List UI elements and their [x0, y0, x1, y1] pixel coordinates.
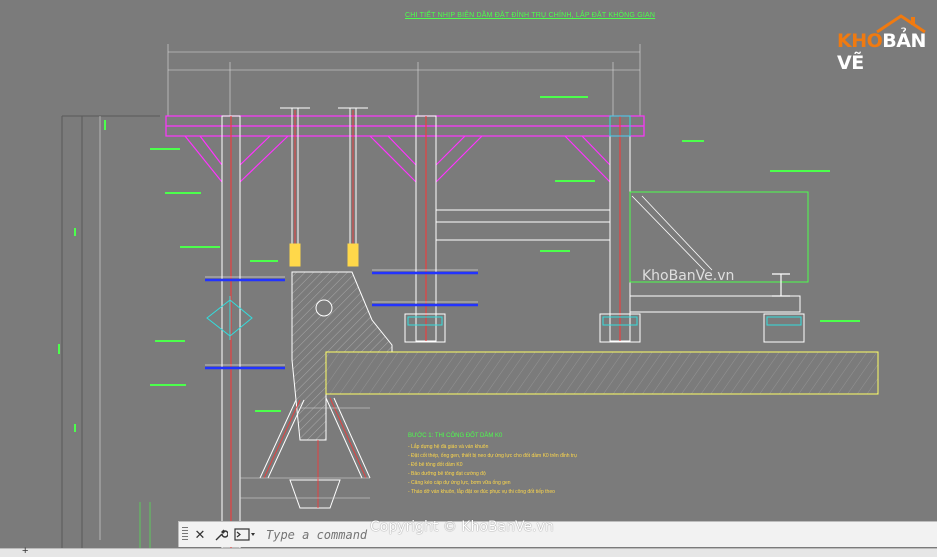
command-line: ✕ [178, 521, 937, 547]
note-line: - Đổ bê tông đốt dầm K0 [408, 462, 463, 468]
note-line: - Đặt cốt thép, ống gen, thiết bị neo dự… [408, 453, 577, 459]
command-prompt-icon[interactable] [234, 527, 256, 542]
drawing-title: CHI TIẾT NHỊP BIÊN DẦM ĐẶT ĐỈNH TRỤ CHÍN… [405, 12, 656, 19]
logo-part-kho: KHO [837, 30, 883, 52]
khobanve-logo: KHOBẢN VẼ [837, 12, 929, 74]
watermark: KhoBanVe.vn [642, 268, 735, 284]
notes-heading: BƯỚC 1: THI CÔNG ĐỐT DẦM K0 [408, 433, 503, 439]
note-line: - Tháo dỡ ván khuôn, lắp đặt xe đúc phục… [408, 489, 555, 495]
drawing-canvas[interactable]: CHI TIẾT NHỊP BIÊN DẦM ĐẶT ĐỈNH TRỤ CHÍN… [0, 0, 937, 548]
close-icon[interactable]: ✕ [191, 526, 209, 544]
note-line: - Bảo dưỡng bê tông đạt cường độ [408, 471, 486, 477]
wrench-icon[interactable] [212, 526, 230, 544]
construction-notes: BƯỚC 1: THI CÔNG ĐỐT DẦM K0 - Lắp dựng h… [408, 432, 577, 497]
add-layout-icon[interactable]: + [22, 545, 28, 557]
drag-grip-icon[interactable] [182, 527, 188, 542]
note-line: - Lắp dựng hệ đà giáo và ván khuôn [408, 444, 489, 450]
copyright-text: Copyright © KhoBanVe.vn [370, 519, 554, 535]
note-line: - Căng kéo cáp dự ứng lực, bơm vữa ống g… [408, 480, 511, 486]
